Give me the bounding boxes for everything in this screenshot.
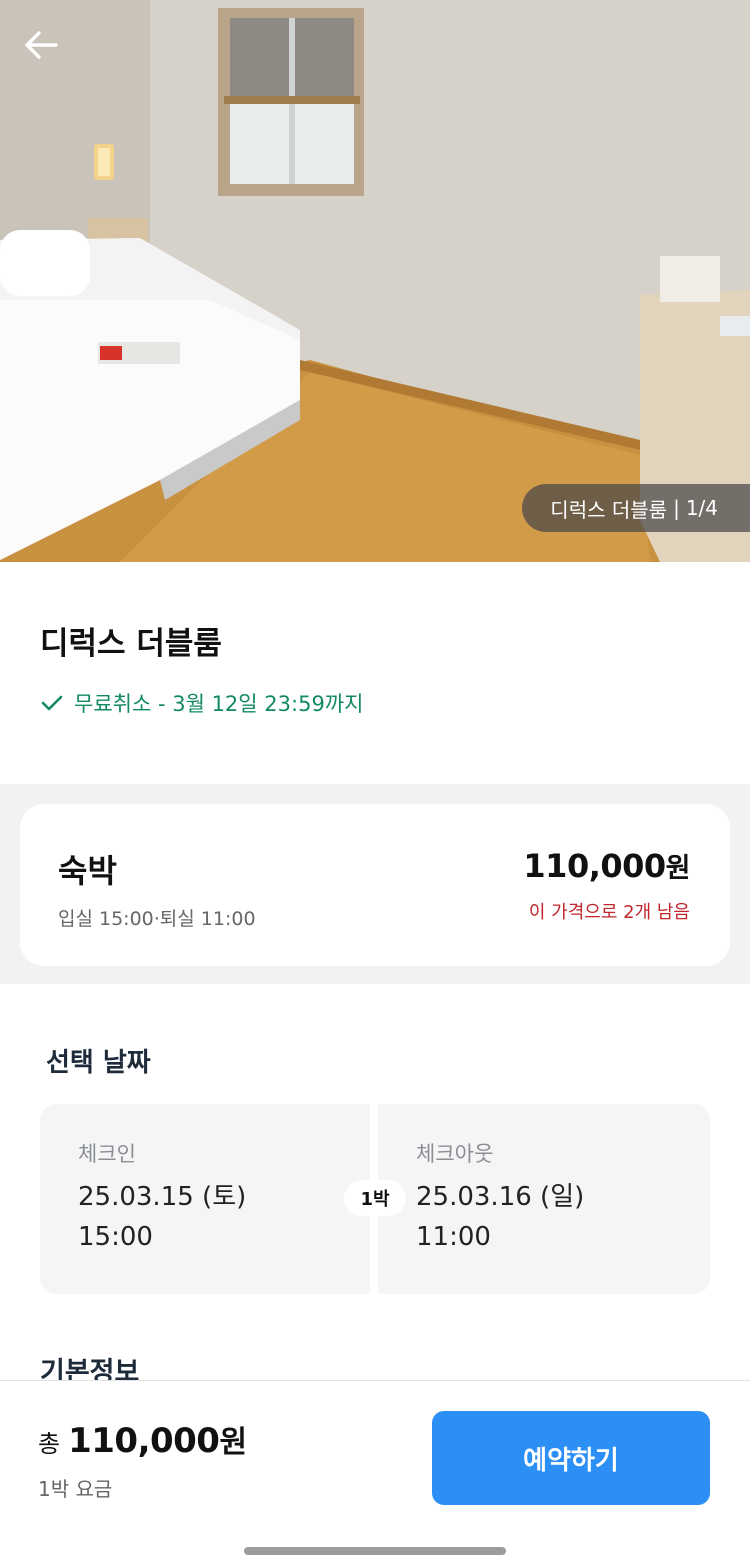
total-price-subtitle: 1박 요금 [38, 1477, 113, 1501]
checkout-time: 11:00 [416, 1222, 491, 1252]
total-price: 110,000원 [68, 1417, 247, 1461]
checkin-box[interactable]: 체크인 25.03.15 (토) 15:00 [40, 1104, 370, 1294]
option-price-currency: 원 [665, 853, 691, 884]
nights-badge: 1박 [344, 1180, 406, 1216]
option-checkin-checkout-times: 입실 15:00·퇴실 11:00 [58, 908, 256, 930]
room-photo-illustration [0, 0, 750, 562]
option-price: 110,000원 [523, 846, 690, 885]
free-cancel-text: 무료취소 - 3월 12일 23:59까지 [74, 692, 364, 716]
selected-dates-section: 선택 날짜 체크인 25.03.15 (토) 15:00 체크아웃 25.03.… [0, 984, 750, 1388]
checkmark-icon [41, 695, 63, 711]
option-price-value: 110,000 [523, 847, 666, 885]
option-section: 숙박 입실 15:00·퇴실 11:00 110,000원 이 가격으로 2개 … [0, 784, 750, 984]
selected-dates-title: 선택 날짜 [46, 1048, 151, 1078]
checkout-box[interactable]: 체크아웃 25.03.16 (일) 11:00 [378, 1104, 710, 1294]
back-button[interactable] [24, 30, 84, 78]
checkout-date: 25.03.16 (일) [416, 1182, 585, 1212]
home-indicator[interactable] [244, 1547, 506, 1555]
checkin-date: 25.03.15 (토) [78, 1182, 247, 1212]
stay-option-card[interactable]: 숙박 입실 15:00·퇴실 11:00 110,000원 이 가격으로 2개 … [20, 804, 730, 966]
arrow-left-icon [25, 31, 58, 59]
bottom-booking-bar: 총 110,000원 1박 요금 예약하기 [0, 1380, 750, 1567]
total-price-currency: 원 [219, 1425, 247, 1460]
room-photo[interactable]: 디럭스 더블룸 | 1/4 [0, 0, 750, 562]
checkin-time: 15:00 [78, 1222, 153, 1252]
room-title-section: 디럭스 더블룸 무료취소 - 3월 12일 23:59까지 [0, 562, 750, 784]
checkin-label: 체크인 [78, 1142, 136, 1166]
total-prefix: 총 [38, 1430, 61, 1458]
photo-room-name: 디럭스 더블룸 [550, 497, 668, 522]
free-cancel-info: 무료취소 - 3월 12일 23:59까지 [40, 688, 363, 718]
checkout-label: 체크아웃 [416, 1142, 494, 1166]
option-remaining-notice: 이 가격으로 2개 남음 [528, 902, 690, 923]
total-price-value: 110,000 [68, 1421, 220, 1461]
reserve-button[interactable]: 예약하기 [432, 1411, 710, 1505]
photo-counter-badge: 디럭스 더블룸 | 1/4 [522, 484, 750, 532]
total-price-row: 총 110,000원 [38, 1417, 247, 1461]
option-name: 숙박 [58, 852, 117, 890]
photo-counter-separator: | [673, 496, 680, 520]
photo-counter-value: 1/4 [685, 496, 718, 520]
room-title: 디럭스 더블룸 [40, 626, 222, 662]
